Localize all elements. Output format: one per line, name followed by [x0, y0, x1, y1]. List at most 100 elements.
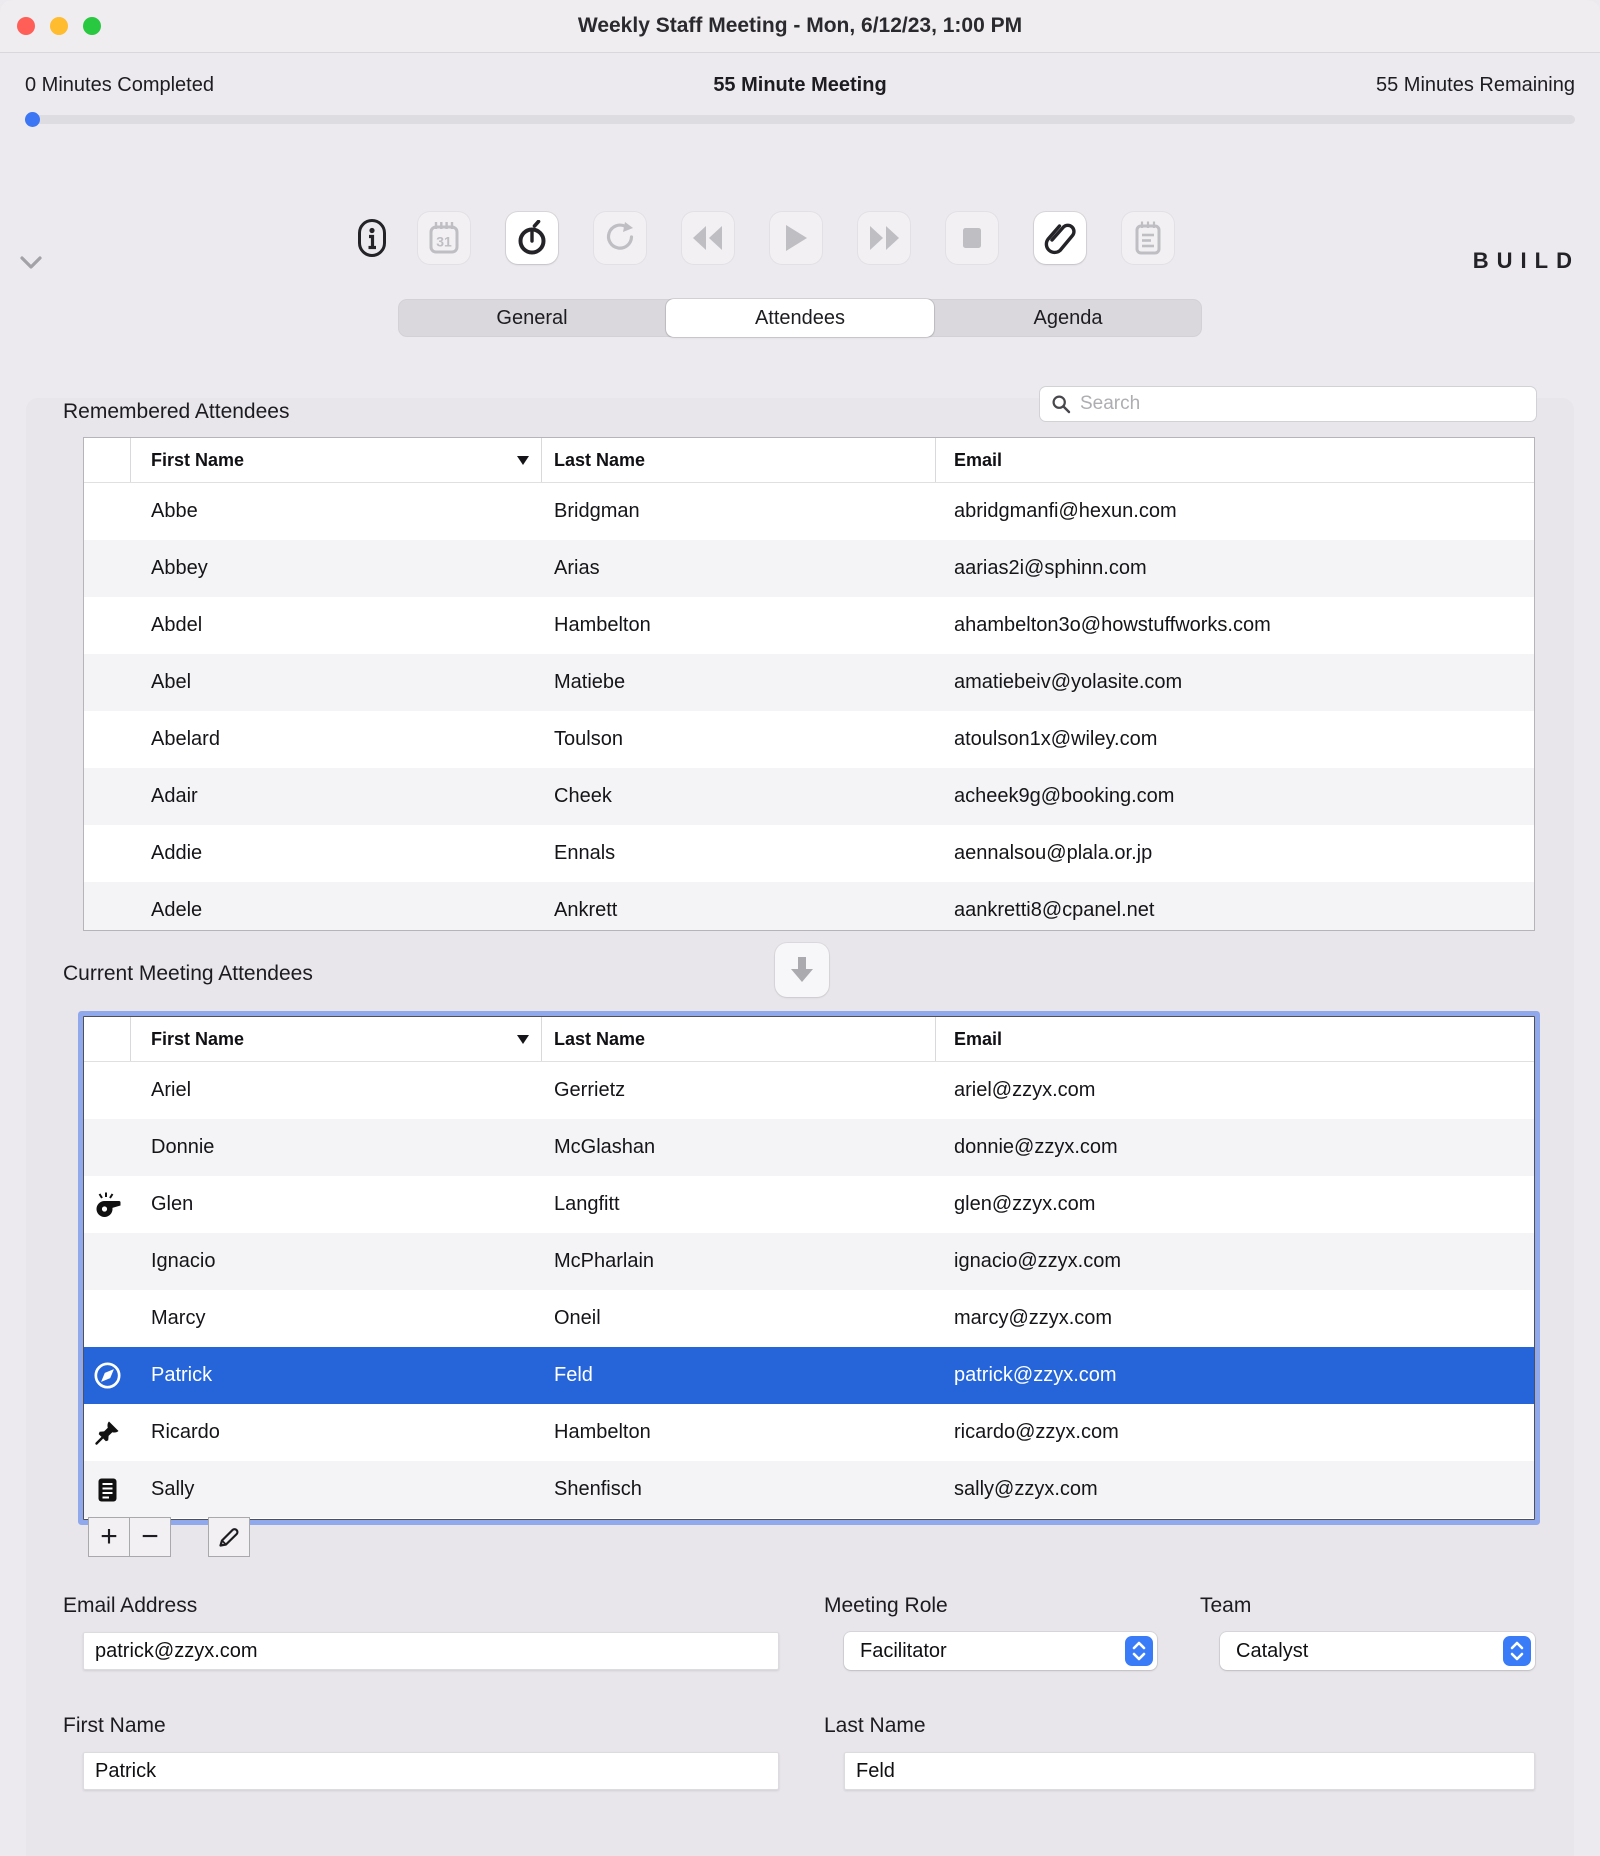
table-row[interactable]: Abbey Arias aarias2i@sphinn.com [84, 540, 1534, 597]
cell-first-name: Abdel [131, 597, 542, 654]
minutes-remaining-label: 55 Minutes Remaining [1376, 74, 1575, 97]
row-role-icon-cell [84, 711, 131, 768]
add-to-meeting-button[interactable] [775, 943, 829, 997]
table-row[interactable]: Marcy Oneil marcy@zzyx.com [84, 1290, 1534, 1347]
table-row[interactable]: Ricardo Hambelton ricardo@zzyx.com [84, 1404, 1534, 1461]
meeting-role-value: Facilitator [860, 1640, 947, 1663]
reset-timer-button[interactable] [594, 212, 646, 264]
attachments-button[interactable] [1034, 212, 1086, 264]
cell-first-name: Adele [131, 882, 542, 931]
email-field[interactable]: patrick@zzyx.com [83, 1632, 779, 1670]
table-row[interactable]: Adair Cheek acheek9g@booking.com [84, 768, 1534, 825]
cell-first-name: Ricardo [131, 1404, 542, 1461]
cell-last-name: Hambelton [542, 1404, 936, 1461]
table-header: First Name Last Name Email [84, 438, 1534, 483]
cell-first-name: Glen [131, 1176, 542, 1233]
cell-first-name: Abbe [131, 483, 542, 540]
header-first-name[interactable]: First Name [131, 1017, 542, 1061]
cell-last-name: Ennals [542, 825, 936, 882]
cell-first-name: Adair [131, 768, 542, 825]
edit-attendee-button[interactable] [208, 1517, 250, 1557]
notes-button[interactable] [1122, 212, 1174, 264]
table-row[interactable]: Abdel Hambelton ahambelton3o@howstuffwor… [84, 597, 1534, 654]
tab-bar: General Attendees Agenda [398, 299, 1202, 337]
row-role-icon-cell [84, 1062, 131, 1119]
table-row[interactable]: Abelard Toulson atoulson1x@wiley.com [84, 711, 1534, 768]
team-select[interactable]: Catalyst [1220, 1632, 1535, 1670]
table-row[interactable]: Donnie McGlashan donnie@zzyx.com [84, 1119, 1534, 1176]
pencil-icon [217, 1525, 241, 1549]
meeting-role-select[interactable]: Facilitator [844, 1632, 1157, 1670]
sort-descending-icon [517, 456, 529, 465]
row-role-icon-cell [84, 597, 131, 654]
cell-last-name: Gerrietz [542, 1062, 936, 1119]
attendee-actions: + − [88, 1517, 250, 1557]
title-bar: Weekly Staff Meeting - Mon, 6/12/23, 1:0… [0, 0, 1600, 53]
header-email[interactable]: Email [936, 1017, 1534, 1061]
calendar-button[interactable]: 31 [418, 212, 470, 264]
tab-agenda[interactable]: Agenda [934, 299, 1202, 337]
table-row[interactable]: Glen Langfitt glen@zzyx.com [84, 1176, 1534, 1233]
svg-text:31: 31 [436, 234, 452, 250]
stepper-icon [1503, 1636, 1531, 1666]
table-row[interactable]: Ignacio McPharlain ignacio@zzyx.com [84, 1233, 1534, 1290]
table-row[interactable]: Ariel Gerrietz ariel@zzyx.com [84, 1062, 1534, 1119]
cell-last-name: Cheek [542, 768, 936, 825]
tab-general[interactable]: General [398, 299, 666, 337]
progress-indicator-dot [25, 112, 40, 127]
remove-attendee-button[interactable]: − [129, 1517, 171, 1557]
first-name-field[interactable]: Patrick [83, 1752, 779, 1790]
table-row[interactable]: Addie Ennals aennalsou@plala.or.jp [84, 825, 1534, 882]
header-email[interactable]: Email [936, 438, 1534, 482]
arrow-down-icon [788, 955, 816, 985]
fast-forward-button[interactable] [858, 212, 910, 264]
cell-last-name: Matiebe [542, 654, 936, 711]
table-row[interactable]: Abel Matiebe amatiebeiv@yolasite.com [84, 654, 1534, 711]
table-row[interactable]: Patrick Feld patrick@zzyx.com [84, 1347, 1534, 1404]
cell-first-name: Marcy [131, 1290, 542, 1347]
header-last-name[interactable]: Last Name [542, 1017, 936, 1061]
table-row[interactable]: Abbe Bridgman abridgmanfi@hexun.com [84, 483, 1534, 540]
row-role-icon-cell [84, 1461, 131, 1518]
header-first-name[interactable]: First Name [131, 438, 542, 482]
timer-button[interactable] [506, 212, 558, 264]
header-icon-column [84, 438, 131, 482]
cell-first-name: Abelard [131, 711, 542, 768]
info-button[interactable] [357, 212, 387, 264]
cell-last-name: Hambelton [542, 597, 936, 654]
play-icon [783, 224, 809, 252]
remembered-attendees-table: First Name Last Name Email Abbe Bridgman… [83, 437, 1535, 931]
chevron-down-icon[interactable] [19, 255, 43, 275]
cell-first-name: Patrick [131, 1347, 542, 1404]
fast-forward-icon [867, 224, 901, 252]
search-placeholder: Search [1080, 393, 1140, 415]
pushpin-icon [94, 1419, 121, 1446]
cell-last-name: Bridgman [542, 483, 936, 540]
meeting-progress-bar [25, 115, 1575, 124]
cell-first-name: Ignacio [131, 1233, 542, 1290]
add-attendee-button[interactable]: + [88, 1517, 130, 1557]
whistle-icon [93, 1190, 123, 1220]
rewind-icon [691, 224, 725, 252]
team-label: Team [1200, 1594, 1251, 1618]
play-button[interactable] [770, 212, 822, 264]
build-brand-label: BUILD [1473, 248, 1580, 274]
cell-email: ignacio@zzyx.com [936, 1233, 1534, 1290]
stop-button[interactable] [946, 212, 998, 264]
cell-first-name: Donnie [131, 1119, 542, 1176]
row-role-icon-cell [84, 1347, 131, 1404]
cell-email: aarias2i@sphinn.com [936, 540, 1534, 597]
table-row[interactable]: Adele Ankrett aankretti8@cpanel.net [84, 882, 1534, 931]
table-row[interactable]: Sally Shenfisch sally@zzyx.com [84, 1461, 1534, 1518]
cell-email: atoulson1x@wiley.com [936, 711, 1534, 768]
current-attendees-table: First Name Last Name Email [83, 1016, 1535, 1520]
email-address-label: Email Address [63, 1594, 197, 1618]
meeting-length-label: 55 Minute Meeting [0, 74, 1600, 97]
rewind-button[interactable] [682, 212, 734, 264]
row-role-icon-cell [84, 1404, 131, 1461]
tab-attendees[interactable]: Attendees [666, 299, 934, 337]
cell-email: ricardo@zzyx.com [936, 1404, 1534, 1461]
search-input[interactable]: Search [1039, 386, 1537, 422]
header-last-name[interactable]: Last Name [542, 438, 936, 482]
last-name-field[interactable]: Feld [844, 1752, 1535, 1790]
